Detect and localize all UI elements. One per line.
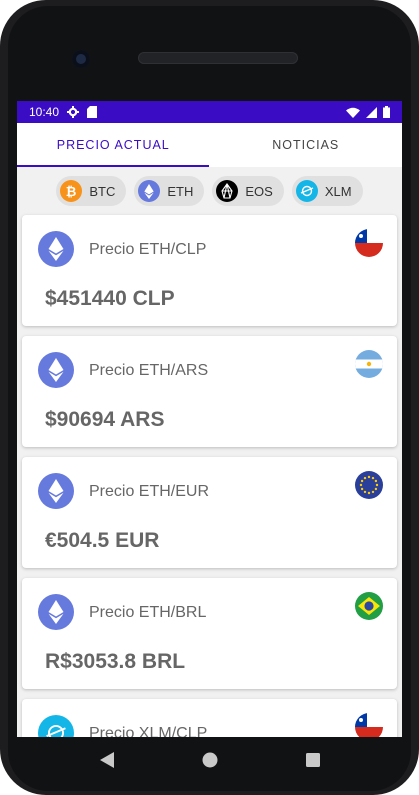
eu-flag-icon xyxy=(355,471,383,499)
tab-indicator xyxy=(17,165,209,167)
wifi-icon xyxy=(346,107,360,118)
recents-button[interactable] xyxy=(305,753,320,767)
signal-icon xyxy=(366,106,377,118)
tab-precio-actual[interactable]: PRECIO ACTUAL xyxy=(17,123,210,167)
card-title: Precio ETH/ARS xyxy=(89,362,209,379)
status-time: 10:40 xyxy=(29,105,60,119)
eos-icon xyxy=(216,180,239,202)
chip-label: XLM xyxy=(324,183,352,199)
recents-icon xyxy=(305,753,320,767)
front-camera xyxy=(72,50,90,68)
chip-btc[interactable]: ₿ BTC xyxy=(56,176,127,206)
chip-xlm[interactable]: XLM xyxy=(291,176,363,206)
price-card-eth-clp[interactable]: Precio ETH/CLP $451440 CLP xyxy=(22,215,397,326)
battery-icon xyxy=(383,106,390,118)
svg-text:₿: ₿ xyxy=(66,184,77,198)
currency-chip-group: ₿ BTC ETH EOS XLM xyxy=(17,167,402,215)
ethereum-icon xyxy=(138,180,161,202)
status-bar: 10:40 xyxy=(17,101,402,123)
ethereum-icon xyxy=(38,594,74,630)
card-title: Precio XLM/CLP xyxy=(89,725,208,737)
chip-eth[interactable]: ETH xyxy=(134,176,205,206)
card-price: €504.5 EUR xyxy=(45,529,160,552)
chip-label: EOS xyxy=(245,183,273,199)
card-title: Precio ETH/EUR xyxy=(89,483,210,500)
home-button[interactable] xyxy=(202,752,218,768)
card-title: Precio ETH/BRL xyxy=(89,604,207,621)
card-title: Precio ETH/CLP xyxy=(89,241,207,258)
brazil-flag-icon xyxy=(355,592,383,620)
chip-label: BTC xyxy=(89,183,116,199)
settings-icon xyxy=(67,106,80,118)
chile-flag-icon xyxy=(355,229,383,257)
chile-flag-icon xyxy=(355,713,383,737)
sd-card-icon xyxy=(87,106,98,118)
back-button[interactable] xyxy=(99,752,114,768)
chip-label: ETH xyxy=(167,183,194,199)
card-price: $90694 ARS xyxy=(45,408,165,431)
price-card-list: Precio ETH/CLP $451440 CLP Precio ETH/AR… xyxy=(17,215,402,737)
tab-bar: PRECIO ACTUAL NOTICIAS xyxy=(17,123,402,167)
earpiece-speaker xyxy=(138,52,298,64)
tab-noticias[interactable]: NOTICIAS xyxy=(210,123,403,167)
price-card-eth-ars[interactable]: Precio ETH/ARS $90694 ARS xyxy=(22,336,397,447)
argentina-flag-icon xyxy=(355,350,383,378)
card-price: R$3053.8 BRL xyxy=(45,650,186,673)
app-screen: 10:40 PRECIO ACTUAL NOTICIAS ₿ BTC ETH E… xyxy=(17,101,402,737)
home-icon xyxy=(202,752,217,768)
card-price: $451440 CLP xyxy=(45,287,175,310)
system-navigation-bar xyxy=(17,737,402,783)
ethereum-icon xyxy=(38,352,74,388)
back-icon xyxy=(99,752,114,768)
stellar-icon xyxy=(38,715,74,737)
price-card-eth-eur[interactable]: Precio ETH/EUR €504.5 EUR xyxy=(22,457,397,568)
ethereum-icon xyxy=(38,473,74,509)
price-card-eth-brl[interactable]: Precio ETH/BRL R$3053.8 BRL xyxy=(22,578,397,689)
stellar-icon xyxy=(295,180,318,202)
chip-eos[interactable]: EOS xyxy=(212,176,284,206)
ethereum-icon xyxy=(38,231,74,267)
price-card-xlm-clp[interactable]: Precio XLM/CLP xyxy=(22,699,397,737)
bitcoin-icon: ₿ xyxy=(60,180,83,202)
